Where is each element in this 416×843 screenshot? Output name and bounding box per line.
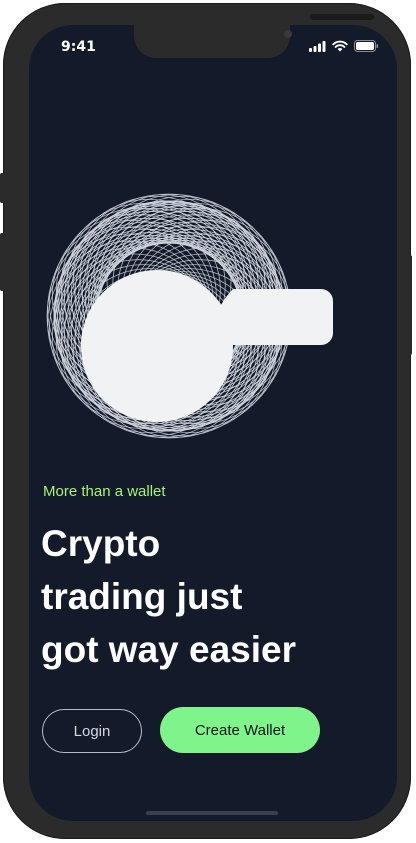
login-button[interactable]: Login <box>42 709 142 753</box>
tagline: More than a wallet <box>43 483 166 500</box>
power-button <box>408 255 412 355</box>
login-button-label: Login <box>73 722 111 740</box>
app-screen: 9:41 More than a wallet Crypto trading j… <box>29 25 397 821</box>
create-wallet-button-label: Create Wallet <box>194 721 286 739</box>
volume-up-button <box>0 173 4 203</box>
headline-line: got way easier <box>41 629 297 670</box>
volume-down-button <box>0 233 4 291</box>
battery-icon <box>354 40 379 52</box>
signal-icon <box>309 40 326 52</box>
status-icons <box>309 40 379 52</box>
headline-line: trading just <box>41 576 243 617</box>
headline: Crypto trading just got way easier <box>41 517 385 676</box>
wallet-key-shape <box>81 269 333 422</box>
front-camera <box>284 30 292 38</box>
wallet-illustration <box>46 193 333 439</box>
status-time: 9:41 <box>61 39 96 55</box>
speaker-grille <box>310 14 374 20</box>
wifi-icon <box>332 40 348 52</box>
notch <box>134 6 374 58</box>
create-wallet-button[interactable]: Create Wallet <box>160 707 320 753</box>
home-indicator[interactable] <box>146 811 278 815</box>
phone-frame: 9:41 More than a wallet Crypto trading j… <box>0 3 412 839</box>
headline-line: Crypto <box>41 523 161 564</box>
